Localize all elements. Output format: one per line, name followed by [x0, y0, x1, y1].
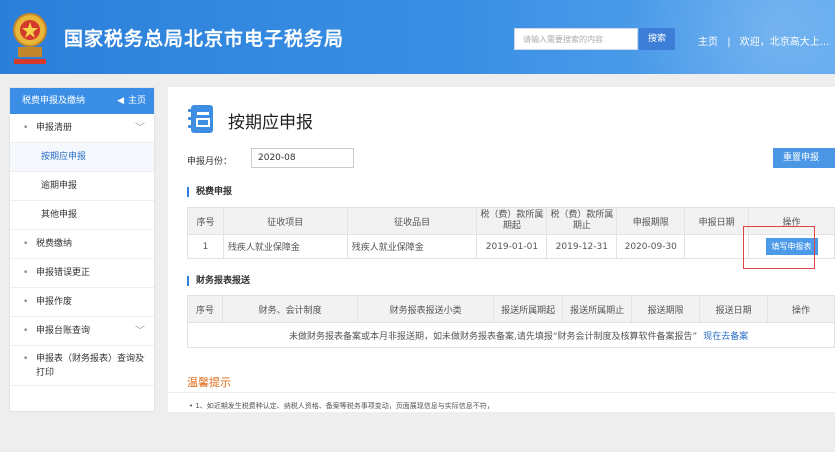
- chevron-down-icon: ﹀: [135, 326, 145, 337]
- column-header: 报送所属期起: [493, 295, 564, 323]
- period-input[interactable]: 2020-08: [251, 148, 354, 168]
- sidebar-item-label: 申报台账查询: [36, 326, 91, 336]
- cell-item: 残疾人就业保障金: [222, 234, 348, 259]
- notice-text: 未做财务报表备案或本月非报送期，如未做财务报表备案,请先填报“财务会计制度及核算…: [289, 331, 698, 342]
- financial-report-table: 序号 财务、会计制度 财务报表报送小类 报送所属期起 报送所属期止 报送期限 报…: [187, 295, 835, 348]
- column-header: 税（费）款所属期起: [476, 207, 548, 235]
- financial-section-title: 财务报表报送: [187, 276, 250, 286]
- sidebar-home-button[interactable]: ◀ 主页: [117, 88, 146, 114]
- table-header-row: 序号 征收项目 征收品目 税（费）款所属期起 税（费）款所属期止 申报期限 申报…: [187, 207, 835, 235]
- tax-emblem-icon: [13, 13, 47, 64]
- bullet-icon: •: [23, 326, 29, 336]
- search-input[interactable]: 请输入需要搜索的内容: [514, 28, 638, 50]
- column-header: 操作: [767, 295, 835, 323]
- sidebar-item-report-query-print[interactable]: • 申报表（财务报表）查询及打印 ﹀: [10, 346, 154, 386]
- sidebar-home-label: 主页: [127, 96, 146, 106]
- search-button[interactable]: 搜索: [639, 28, 675, 50]
- column-header: 征收品目: [346, 207, 478, 235]
- sidebar-item-label: 申报作废: [36, 297, 73, 307]
- column-header: 税（费）款所属期止: [546, 207, 618, 235]
- site-title: 国家税务总局北京市电子税务局: [64, 28, 345, 50]
- cell-no: 1: [187, 234, 224, 259]
- column-header: 报送期限: [631, 295, 701, 323]
- sidebar-item-periodic-declaration[interactable]: 按期应申报: [10, 143, 154, 172]
- cell-subitem: 残疾人就业保障金: [346, 234, 478, 259]
- column-header: 报送所属期止: [562, 295, 633, 323]
- bullet-icon: •: [23, 123, 29, 133]
- divider: [168, 392, 835, 393]
- tax-declaration-table: 序号 征收项目 征收品目 税（费）款所属期起 税（费）款所属期止 申报期限 申报…: [187, 207, 835, 259]
- table-notice-row: 未做财务报表备案或本月非报送期，如未做财务报表备案,请先填报“财务会计制度及核算…: [187, 322, 835, 348]
- bullet-icon: •: [23, 297, 29, 307]
- page-title: 按期应申报: [228, 113, 313, 133]
- sidebar-title: 税费申报及缴纳: [22, 96, 86, 106]
- sidebar-item-label: 申报清册: [36, 123, 73, 133]
- sidebar-item-label: 税费缴纳: [36, 239, 73, 249]
- notice-cell: 未做财务报表备案或本月非报送期，如未做财务报表备案,请先填报“财务会计制度及核算…: [187, 322, 835, 348]
- sidebar-item-other-declaration[interactable]: 其他申报: [10, 201, 154, 230]
- column-header: 报送日期: [699, 295, 769, 323]
- chevron-down-icon: ﹀: [135, 357, 145, 368]
- site-header: 国家税务总局北京市电子税务局 请输入需要搜索的内容 搜索 主页 | 欢迎，北京高…: [0, 0, 835, 74]
- sidebar: 税费申报及缴纳 ◀ 主页 • 申报清册 ﹀ 按期应申报 逾期申报 其他申报 • 税…: [9, 87, 155, 412]
- tips-text: • 1、如近期发生税费种认定、纳税人资格、备案等税务事项变动，页面展现信息与实际…: [189, 402, 494, 410]
- column-header: 征收项目: [222, 207, 348, 235]
- period-label: 申报月份：: [187, 157, 233, 167]
- back-arrow-icon: ◀: [117, 96, 124, 106]
- cell-start: 2019-01-01: [476, 234, 548, 259]
- sidebar-item-declaration-void[interactable]: • 申报作废: [10, 288, 154, 317]
- tips-title: 温馨提示: [187, 376, 231, 389]
- sidebar-item-overdue-declaration[interactable]: 逾期申报: [10, 172, 154, 201]
- tax-section-title: 税费申报: [187, 187, 232, 197]
- welcome-text: 欢迎，北京高大上...: [739, 37, 830, 48]
- reset-declaration-button[interactable]: 重置申报: [773, 148, 835, 168]
- column-header: 序号: [187, 295, 223, 323]
- bullet-icon: •: [23, 239, 29, 249]
- chevron-down-icon: ﹀: [135, 123, 145, 134]
- cell-deadline: 2020-09-30: [616, 234, 686, 259]
- sidebar-item-declaration-list[interactable]: • 申报清册 ﹀: [10, 114, 154, 143]
- bullet-icon: •: [23, 354, 29, 364]
- column-header: 申报期限: [616, 207, 686, 235]
- filing-link[interactable]: 现在去备案: [703, 332, 748, 342]
- column-header: 申报日期: [684, 207, 750, 235]
- header-links: 主页 | 欢迎，北京高大上...: [698, 33, 835, 48]
- column-header: 序号: [187, 207, 224, 235]
- sidebar-item-label: 申报错误更正: [36, 268, 91, 278]
- table-header-row: 序号 财务、会计制度 财务报表报送小类 报送所属期起 报送所属期止 报送期限 报…: [187, 295, 835, 323]
- main-panel: 按期应申报 申报月份： 2020-08 重置申报 税费申报 序号 征收项目 征收…: [168, 87, 835, 412]
- sidebar-item-label: 申报表（财务报表）查询及打印: [36, 354, 145, 378]
- bullet-icon: •: [23, 268, 29, 278]
- sidebar-item-error-correction[interactable]: • 申报错误更正: [10, 259, 154, 288]
- home-link[interactable]: 主页: [698, 37, 718, 48]
- sidebar-header: 税费申报及缴纳 ◀ 主页: [10, 88, 154, 114]
- cell-end: 2019-12-31: [546, 234, 618, 259]
- sidebar-item-ledger-query[interactable]: • 申报台账查询 ﹀: [10, 317, 154, 346]
- cell-date: [684, 234, 750, 259]
- sidebar-item-tax-payment[interactable]: • 税费缴纳: [10, 230, 154, 259]
- column-header: 财务、会计制度: [221, 295, 359, 323]
- table-row: 1 残疾人就业保障金 残疾人就业保障金 2019-01-01 2019-12-3…: [187, 234, 835, 259]
- header-separator: |: [727, 37, 731, 48]
- column-header: 财务报表报送小类: [357, 295, 495, 323]
- highlight-box: [743, 226, 815, 269]
- document-icon: [188, 105, 213, 133]
